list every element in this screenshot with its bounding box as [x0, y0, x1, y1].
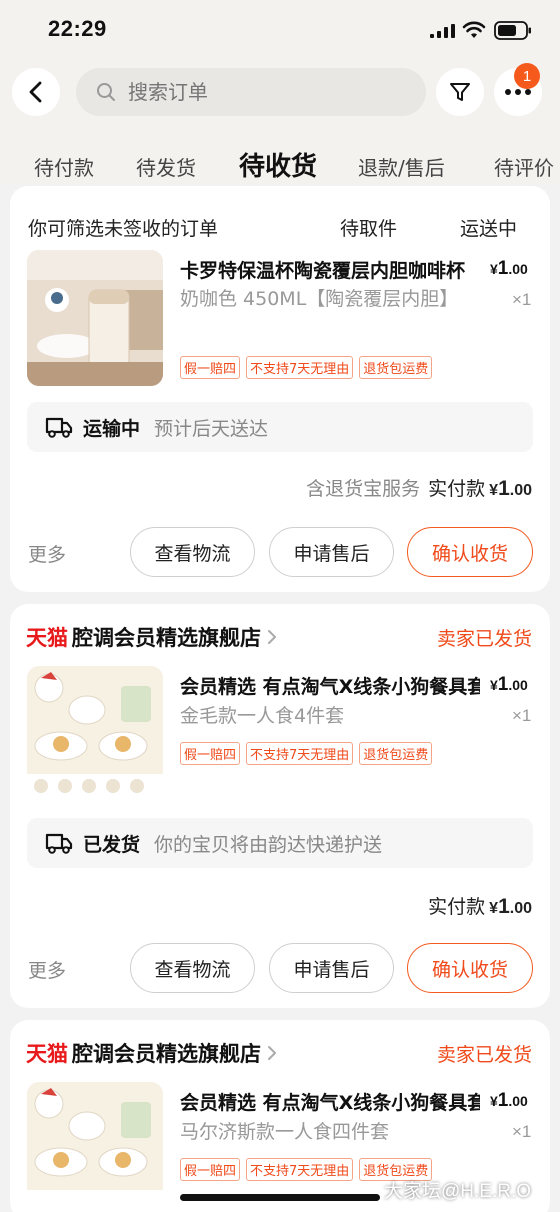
confirm-receipt-button[interactable]: 确认收货	[407, 527, 533, 577]
service-tag: 假一赔四	[180, 356, 241, 379]
filter-icon	[450, 83, 470, 101]
paid-amount: ¥1.00	[489, 477, 532, 500]
filter-option-in-transit[interactable]: 运送中	[460, 214, 517, 241]
filter-option-pickup[interactable]: 待取件	[340, 214, 397, 241]
product-title[interactable]: 会员精选 有点淘气X线条小狗餐具套装	[180, 672, 480, 699]
view-logistics-button[interactable]: 查看物流	[130, 943, 255, 993]
shipping-status-box[interactable]: 运输中 预计后天送达	[27, 402, 533, 452]
service-tags: 假一赔四 不支持7天无理由 退货包运费	[180, 742, 433, 765]
more-dots-icon	[505, 89, 531, 95]
filter-hint: 你可筛选未签收的订单	[28, 218, 219, 240]
service-tags: 假一赔四 不支持7天无理由 退货包运费	[180, 356, 433, 379]
order-card: 你可筛选未签收的订单 待取件 运送中 卡罗特保温杯陶瓷覆层内胆咖啡杯 ¥1.00…	[10, 186, 550, 592]
product-quantity: ×1	[512, 290, 532, 309]
service-tag: 不支持7天无理由	[246, 742, 354, 765]
shipping-status: 已发货	[83, 833, 141, 856]
status-time: 22:29	[48, 16, 107, 41]
tab-pending-payment[interactable]: 待付款	[34, 152, 94, 181]
product-spec: 马尔济斯款一人食四件套	[180, 1121, 390, 1143]
service-tag: 退货包运费	[359, 742, 433, 765]
shipping-status-box[interactable]: 已发货 你的宝贝将由韵达快递护送	[27, 818, 533, 868]
product-title[interactable]: 会员精选 有点淘气X线条小狗餐具套装	[180, 1088, 480, 1115]
tmall-logo: 天猫	[26, 626, 68, 650]
product-price: ¥1.00	[490, 1090, 528, 1111]
truck-icon	[45, 417, 73, 438]
payment-row: 含退货宝服务 实付款 ¥1.00	[306, 474, 532, 501]
shop-row[interactable]: 天猫 腔调会员精选旗舰店	[26, 622, 277, 652]
shop-name: 腔调会员精选旗舰店	[72, 626, 261, 650]
return-insurance-label: 含退货宝服务	[306, 478, 421, 500]
tmall-logo: 天猫	[26, 1042, 68, 1066]
search-input[interactable]	[128, 80, 388, 104]
chevron-left-icon	[29, 81, 42, 103]
tab-pending-receipt[interactable]: 待收货	[239, 146, 317, 183]
chevron-right-icon	[268, 1046, 276, 1060]
back-button[interactable]	[12, 68, 60, 116]
apply-aftersale-button[interactable]: 申请售后	[269, 943, 394, 993]
shop-row[interactable]: 天猫 腔调会员精选旗舰店	[26, 1038, 277, 1068]
shipping-desc: 预计后天送达	[154, 417, 269, 440]
header: 待付款 待发货 待收货 退款/售后 待评价	[0, 60, 560, 184]
tab-pending-shipment[interactable]: 待发货	[136, 152, 196, 181]
truck-icon	[45, 833, 73, 854]
search-icon	[97, 83, 115, 101]
product-spec: 奶咖色 450ML【陶瓷覆层内胆】	[180, 288, 459, 310]
order-status: 卖家已发货	[436, 1044, 532, 1066]
service-tag: 假一赔四	[180, 742, 241, 765]
shop-name: 腔调会员精选旗舰店	[72, 1042, 261, 1066]
tab-pending-review[interactable]: 待评价	[494, 152, 554, 181]
more-link[interactable]: 更多	[28, 540, 66, 567]
chevron-right-icon	[268, 630, 276, 644]
product-title[interactable]: 卡罗特保温杯陶瓷覆层内胆咖啡杯	[180, 256, 480, 283]
order-card: 天猫 腔调会员精选旗舰店 卖家已发货 会员精选 有点淘气X线条小狗餐具套装 ¥1…	[10, 604, 550, 1008]
watermark: 大家坛@H.E.R.O	[384, 1181, 532, 1202]
view-logistics-button[interactable]: 查看物流	[130, 527, 255, 577]
order-status: 卖家已发货	[436, 628, 532, 650]
service-tag: 不支持7天无理由	[246, 1158, 354, 1181]
shipping-desc: 你的宝贝将由韵达快递护送	[154, 833, 383, 856]
sub-filter-bar: 你可筛选未签收的订单 待取件 运送中	[10, 186, 550, 248]
product-spec: 金毛款一人食4件套	[180, 705, 345, 727]
product-image[interactable]	[27, 1082, 163, 1212]
wifi-icon	[462, 21, 486, 38]
paid-label: 实付款	[428, 896, 486, 918]
paid-label: 实付款	[428, 478, 486, 500]
filter-button[interactable]	[436, 68, 484, 116]
search-bar[interactable]	[76, 68, 426, 116]
paid-amount: ¥1.00	[489, 895, 532, 918]
product-quantity: ×1	[512, 706, 532, 725]
product-image[interactable]	[27, 666, 163, 802]
cellular-signal-icon	[430, 24, 455, 38]
status-bar: 22:29	[0, 0, 560, 60]
product-image[interactable]	[27, 250, 163, 386]
product-price: ¥1.00	[490, 674, 528, 695]
product-quantity: ×1	[512, 1122, 532, 1141]
tab-refund-aftersale[interactable]: 退款/售后	[358, 152, 445, 181]
service-tag: 退货包运费	[359, 356, 433, 379]
order-tabs: 待付款 待发货 待收货 退款/售后 待评价	[0, 144, 560, 184]
payment-row: 实付款 ¥1.00	[428, 892, 532, 919]
battery-icon	[494, 21, 531, 40]
apply-aftersale-button[interactable]: 申请售后	[269, 527, 394, 577]
more-link[interactable]: 更多	[28, 956, 66, 983]
service-tag: 假一赔四	[180, 1158, 241, 1181]
home-indicator[interactable]	[180, 1194, 380, 1201]
product-price: ¥1.00	[490, 258, 528, 279]
service-tag: 不支持7天无理由	[246, 356, 354, 379]
confirm-receipt-button[interactable]: 确认收货	[407, 943, 533, 993]
shipping-status: 运输中	[83, 417, 141, 440]
notification-badge: 1	[514, 63, 540, 89]
